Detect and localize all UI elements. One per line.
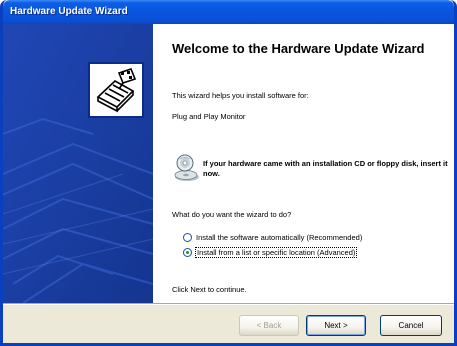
option-label: Install from a list or specific location… bbox=[194, 247, 358, 258]
page-title: Welcome to the Hardware Update Wizard bbox=[172, 41, 425, 56]
continue-text: Click Next to continue. bbox=[172, 285, 247, 294]
footer-separator bbox=[3, 303, 454, 305]
next-button[interactable]: Next > bbox=[306, 315, 366, 336]
intro-text: This wizard helps you install software f… bbox=[172, 91, 309, 100]
window-title: Hardware Update Wizard bbox=[10, 6, 128, 17]
hardware-wizard-icon bbox=[88, 62, 144, 118]
device-name: Plug and Play Monitor bbox=[172, 112, 246, 121]
option-label: Install the software automatically (Reco… bbox=[196, 233, 363, 242]
back-button[interactable]: < Back bbox=[239, 315, 299, 336]
question-text: What do you want the wizard to do? bbox=[172, 210, 292, 219]
radio-button-selected[interactable] bbox=[183, 248, 192, 257]
radio-button[interactable] bbox=[183, 233, 192, 242]
cd-notice: If your hardware came with an installati… bbox=[203, 159, 448, 178]
option-install-automatically[interactable]: Install the software automatically (Reco… bbox=[183, 233, 362, 242]
cd-icon bbox=[172, 153, 202, 183]
wizard-window: Hardware Update Wizard Welcome to the Ha… bbox=[0, 0, 457, 346]
left-banner-panel bbox=[3, 24, 153, 303]
title-bar[interactable]: Hardware Update Wizard bbox=[3, 0, 454, 24]
wizard-content: Welcome to the Hardware Update Wizard Th… bbox=[153, 24, 454, 303]
cancel-button[interactable]: Cancel bbox=[380, 315, 442, 336]
option-install-from-list[interactable]: Install from a list or specific location… bbox=[183, 247, 358, 258]
